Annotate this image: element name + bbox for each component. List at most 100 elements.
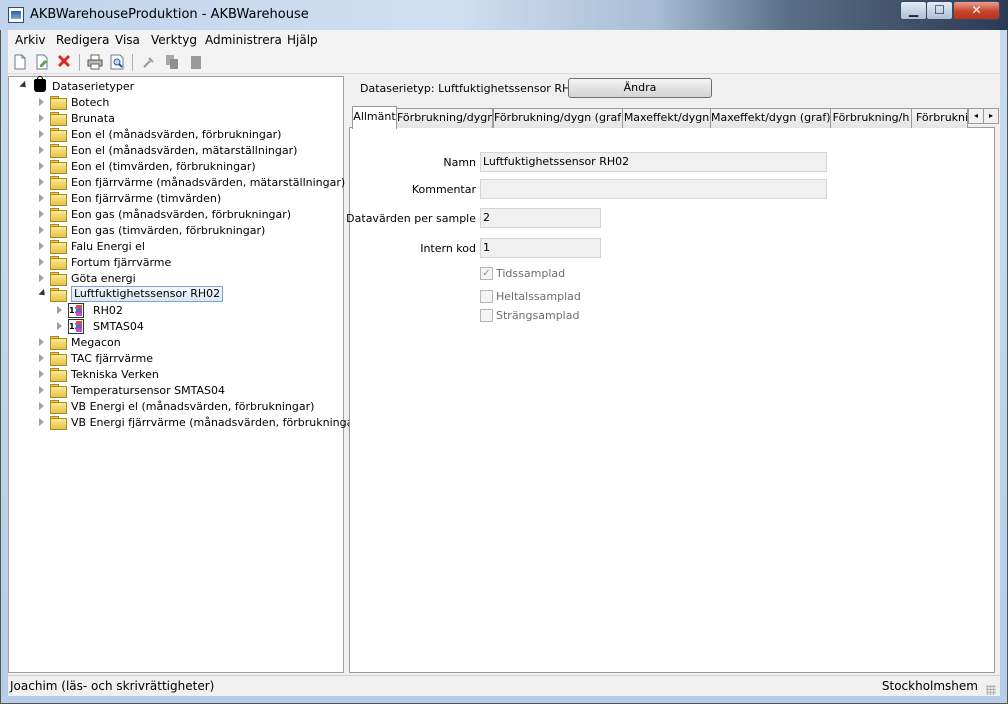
tree-root[interactable]: Dataserietyper [18,76,218,95]
print-preview-icon[interactable] [109,54,125,70]
checkbox-unchecked-icon[interactable] [480,290,493,303]
tree-item[interactable]: Eon el (månadsvärden, mätarställningar) [36,143,336,159]
expand-arrow-icon[interactable] [39,402,44,410]
copy-icon[interactable] [164,54,180,70]
link-icon[interactable] [141,54,157,70]
tab-scroll-left-icon[interactable]: ◂ [968,108,984,124]
menu-visa[interactable]: Visa [115,33,140,47]
folder-icon [50,224,67,238]
expand-arrow-icon[interactable] [39,98,44,106]
maximize-button[interactable]: ☐ [926,1,953,20]
expand-arrow-icon[interactable] [39,162,44,170]
tree-child-label: SMTAS04 [93,320,144,333]
tab-maxeffekt-dygn-graf[interactable]: Maxeffekt/dygn (graf) [710,108,831,128]
menu-verktyg[interactable]: Verktyg [151,33,197,47]
tree-item[interactable]: Botech [36,95,336,111]
title-bar[interactable]: AKBWarehouseProduktion - AKBWarehouse ▁ … [0,0,1008,30]
delete-icon[interactable] [56,54,72,70]
expand-arrow-icon[interactable] [39,226,44,234]
paste-icon[interactable] [188,54,204,70]
values-per-sample-label: Datavärden per sample [346,212,476,225]
tree-item[interactable]: VB Energi el (månadsvärden, förbrukninga… [36,399,336,415]
expand-arrow-icon[interactable] [39,418,44,426]
values-per-sample-field[interactable]: 2 [480,208,601,228]
comment-field[interactable] [480,179,827,199]
tree-item[interactable]: Fortum fjärrvärme [36,255,336,271]
edit-icon[interactable] [34,54,50,70]
change-button[interactable]: Ändra [568,78,712,98]
tree-child-item[interactable]: 12 RH02 [54,303,254,319]
expand-arrow-icon[interactable] [39,338,44,346]
tree-item[interactable]: Eon gas (timvärden, förbrukningar) [36,223,336,239]
menu-administrera[interactable]: Administrera [205,33,282,47]
tree-item[interactable]: Eon fjärrvärme (timvärden) [36,191,336,207]
expand-arrow-icon[interactable] [38,288,48,299]
tree-child-item[interactable]: 12 SMTAS04 [54,319,254,335]
tree-item[interactable]: Luftfuktighetssensor RH02 [36,286,336,303]
tidssamplad-checkbox[interactable]: ✓ Tidssamplad [480,267,600,281]
tree-item-label: TAC fjärrvärme [71,352,153,365]
expand-arrow-icon[interactable] [57,322,62,330]
tree-item[interactable]: Brunata [36,111,336,127]
internal-code-field[interactable]: 1 [480,238,601,258]
tree-item[interactable]: Temperatursensor SMTAS04 [36,383,336,399]
name-field[interactable]: Luftfuktighetssensor RH02 [480,152,827,172]
tree-item[interactable]: TAC fjärrvärme [36,351,336,367]
strangsamplad-checkbox[interactable]: Strängsamplad [480,309,600,323]
tab-forbrukning-dygn[interactable]: Förbrukning/dygn [396,108,493,128]
new-icon[interactable] [12,54,28,70]
folder-icon [50,128,67,142]
tree-item-label: VB Energi fjärrvärme (månadsvärden, förb… [71,416,363,429]
tab-forbrukning-h-graf[interactable]: Förbrukning/h (graf) [911,108,968,128]
expand-arrow-icon[interactable] [39,210,44,218]
tree-item[interactable]: VB Energi fjärrvärme (månadsvärden, förb… [36,415,362,431]
expand-arrow-icon[interactable] [39,386,44,394]
menu-redigera[interactable]: Redigera [56,33,109,47]
tab-forbrukning-dygn-graf[interactable]: Förbrukning/dygn (graf) [493,108,623,128]
expand-arrow-icon[interactable] [39,354,44,362]
tree-item-label: Eon gas (månadsvärden, förbrukningar) [71,208,292,221]
folder-icon [50,192,67,206]
tree-item[interactable]: Eon gas (månadsvärden, förbrukningar) [36,207,336,223]
expand-arrow-icon[interactable] [39,146,44,154]
menu-hjalp[interactable]: Hjälp [287,33,318,47]
tree-item[interactable]: Megacon [36,335,336,351]
tree-item-label: Fortum fjärrvärme [71,256,172,269]
expand-arrow-icon[interactable] [39,114,44,122]
data-series-icon: 12 [68,319,84,334]
print-icon[interactable] [87,54,103,70]
menu-arkiv[interactable]: Arkiv [15,33,46,47]
expand-arrow-icon[interactable] [39,370,44,378]
expand-arrow-icon[interactable] [57,306,62,314]
expand-arrow-icon[interactable] [39,178,44,186]
expand-arrow-icon[interactable] [19,80,29,91]
window-title: AKBWarehouseProduktion - AKBWarehouse [30,7,309,22]
tab-scroll-right-icon[interactable]: ▸ [983,108,999,124]
expand-arrow-icon[interactable] [39,242,44,250]
expand-arrow-icon[interactable] [39,194,44,202]
folder-icon [50,336,67,350]
tree-item[interactable]: Göta energi [36,271,336,287]
tree-item[interactable]: Falu Energi el [36,239,336,255]
tree-item[interactable]: Tekniska Verken [36,367,336,383]
tree-item-label: Tekniska Verken [71,368,159,381]
tree-item-label: Brunata [71,112,115,125]
tree-item[interactable]: Eon fjärrvärme (månadsvärden, mätarställ… [36,175,345,191]
heltalssamplad-checkbox[interactable]: Heltalssamplad [480,290,600,304]
tree-item[interactable]: Eon el (timvärden, förbrukningar) [36,159,336,175]
tree-item[interactable]: Eon el (månadsvärden, förbrukningar) [36,127,336,143]
tree-item-label: Göta energi [71,272,136,285]
toolbar-separator [132,54,133,71]
expand-arrow-icon[interactable] [39,274,44,282]
tree-item-label: Temperatursensor SMTAS04 [71,384,225,397]
minimize-button[interactable]: ▁ [900,1,927,20]
expand-arrow-icon[interactable] [39,130,44,138]
checkbox-unchecked-icon[interactable] [480,309,493,322]
tab-forbrukning-h[interactable]: Förbrukning/h [830,108,912,128]
tab-allmant[interactable]: Allmänt [352,106,397,129]
expand-arrow-icon[interactable] [39,258,44,266]
resize-grip-icon[interactable] [986,685,996,695]
tab-maxeffekt-dygn[interactable]: Maxeffekt/dygn [622,108,711,128]
close-button[interactable]: ✕ [953,1,1000,20]
checkbox-checked-icon[interactable]: ✓ [480,267,493,280]
